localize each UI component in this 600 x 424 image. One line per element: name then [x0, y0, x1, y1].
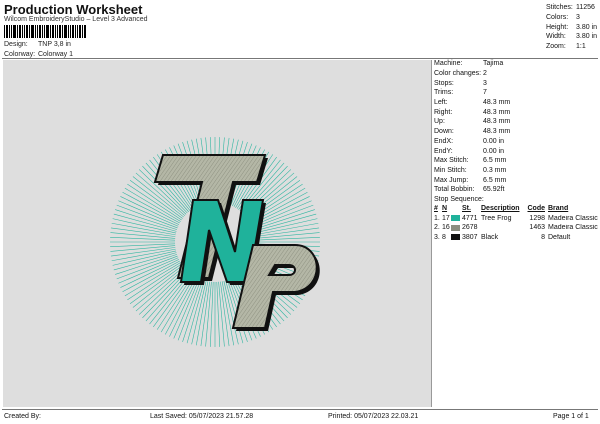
tnp-logo [110, 137, 320, 347]
stat-row: Colors: 3 [546, 13, 580, 21]
page-count: Page 1 of 1 [553, 413, 589, 420]
info-row: Min Stitch: 0.3 mm [434, 166, 507, 174]
page-title: Production Worksheet [4, 2, 143, 17]
stop-row: 3. 8 3807 Black 8 Default [434, 233, 571, 241]
info-row: Color changes: 2 [434, 70, 487, 78]
barcode [4, 25, 86, 38]
stop-row: 1. 17 4771 Tree Frog 1298 Madeira Classi… [434, 214, 598, 222]
design-preview [3, 60, 432, 407]
software-subtitle: Wilcom EmbroideryStudio – Level 3 Advanc… [4, 16, 148, 23]
header-stats: Stitches: 11256 Colors: 3 Height: 3.80 in W… [546, 3, 598, 52]
info-row: EndY: 0.00 in [434, 147, 505, 155]
info-row: Right: 48.3 mm [434, 108, 511, 116]
color-swatch [451, 215, 460, 222]
info-row: Max Jump: 6.5 mm [434, 176, 507, 184]
info-row: Down: 48.3 mm [434, 128, 511, 136]
info-row: EndX: 0.00 in [434, 137, 505, 145]
stat-row: Height: 3.80 in [546, 23, 598, 31]
color-swatch [451, 234, 460, 241]
info-row: Stops: 3 [434, 79, 487, 87]
design-label: Design: [4, 41, 28, 48]
stop-sequence-header: # N St. Description Code Brand [434, 205, 569, 213]
design-value: TNP 3,8 in [38, 41, 71, 48]
stop-sequence-title: Stop Sequence: [434, 195, 484, 203]
colorway-value: Colorway 1 [38, 51, 74, 58]
stat-row: Zoom: 1:1 [546, 43, 586, 51]
printed-date: Printed: 05/07/2023 22.03.21 [328, 413, 419, 420]
color-swatch [451, 224, 460, 231]
colorway-label: Colorway: [4, 51, 36, 58]
info-row: Up: 48.3 mm [434, 118, 511, 126]
last-saved: Last Saved: 05/07/2023 21.57.28 [150, 413, 254, 420]
stop-row: 2. 16 2678 1463 Madeira Classic 40 [434, 224, 598, 232]
info-row: Trims: 7 [434, 89, 487, 97]
info-row: Left: 48.3 mm [434, 99, 511, 107]
machine-info: Machine: Tajima Color changes: 2 Stops: 3 T… [434, 59, 600, 242]
stat-row: Width: 3.80 in [546, 33, 598, 41]
created-by: Created By: [4, 413, 41, 420]
info-row: Total Bobbin: 65.92ft [434, 186, 505, 194]
footer-divider [2, 409, 598, 410]
info-row: Machine: Tajima [434, 60, 504, 68]
info-row: Max Stitch: 6.5 mm [434, 157, 507, 165]
stat-row: Stitches: 11256 [546, 4, 595, 11]
